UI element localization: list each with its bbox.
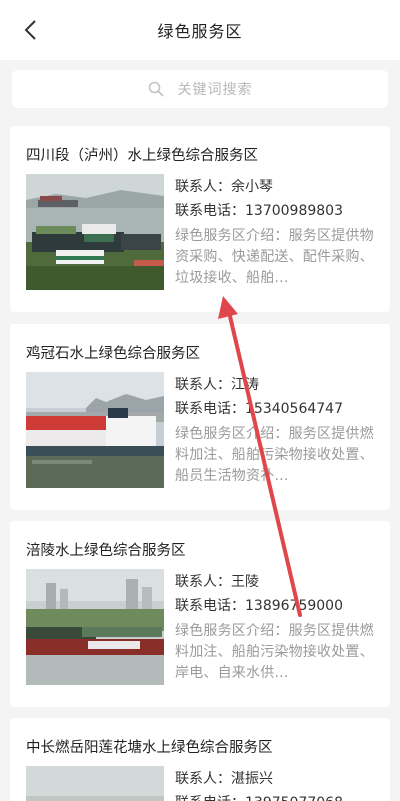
contact-label: 联系人： — [175, 574, 231, 590]
back-button[interactable] — [14, 14, 46, 46]
search-placeholder: 关键词搜索 — [177, 82, 253, 98]
phone-label: 联系电话： — [175, 401, 245, 417]
contact-row: 联系人：江涛 — [175, 373, 375, 397]
phone-value[interactable]: 13896759000 — [245, 598, 343, 614]
service-area-photo — [26, 174, 164, 290]
card-title: 四川段（泸州）水上绿色综合服务区 — [26, 148, 258, 164]
phone-label: 联系电话： — [175, 598, 245, 614]
contact-label: 联系人： — [175, 771, 231, 787]
intro-text: 绿色服务区介绍：服务区提供燃料加注、船舶污染物接收处置、船员生活物资补… — [175, 424, 375, 487]
card-title: 鸡冠石水上绿色综合服务区 — [26, 346, 200, 362]
service-area-photo — [26, 372, 164, 488]
intro-text: 绿色服务区介绍：服务区提供物资采购、快递配送、配件采购、垃圾接收、船舶… — [175, 226, 375, 289]
intro-label: 绿色服务区介绍： — [175, 228, 289, 244]
phone-row: 联系电话：13700989803 — [175, 199, 375, 223]
phone-row: 联系电话：13975077068 — [175, 791, 375, 801]
phone-row: 联系电话：15340564747 — [175, 397, 375, 421]
page-title: 绿色服务区 — [157, 22, 243, 41]
phone-label: 联系电话： — [175, 203, 245, 219]
service-area-photo — [26, 766, 164, 801]
contact-value: 湛振兴 — [231, 771, 273, 787]
phone-value[interactable]: 13700989803 — [245, 203, 343, 219]
intro-label: 绿色服务区介绍： — [175, 426, 289, 442]
service-area-card[interactable]: 涪陵水上绿色综合服务区 联系人：王陵 联系电话：13896759000 绿色服务… — [10, 521, 390, 707]
contact-label: 联系人： — [175, 377, 231, 393]
contact-row: 联系人：湛振兴 — [175, 767, 375, 791]
phone-label: 联系电话： — [175, 795, 245, 801]
intro-label: 绿色服务区介绍： — [175, 623, 289, 639]
chevron-left-icon — [24, 20, 36, 40]
phone-row: 联系电话：13896759000 — [175, 594, 375, 618]
search-area: 关键词搜索 — [0, 60, 400, 120]
contact-value: 余小琴 — [231, 179, 273, 195]
card-info: 联系人：王陵 联系电话：13896759000 绿色服务区介绍：服务区提供燃料加… — [175, 570, 375, 684]
contact-label: 联系人： — [175, 179, 231, 195]
service-area-card[interactable]: 四川段（泸州）水上绿色综合服务区 联系人：余小琴 联系电话：1370098980… — [10, 126, 390, 312]
card-info: 联系人：余小琴 联系电话：13700989803 绿色服务区介绍：服务区提供物资… — [175, 175, 375, 289]
contact-value: 江涛 — [231, 377, 259, 393]
search-icon — [148, 81, 163, 97]
contact-row: 联系人：余小琴 — [175, 175, 375, 199]
contact-row: 联系人：王陵 — [175, 570, 375, 594]
service-area-card[interactable]: 鸡冠石水上绿色综合服务区 联系人：江涛 联系电话：15340564747 绿色服… — [10, 324, 390, 510]
phone-value[interactable]: 15340564747 — [245, 401, 343, 417]
intro-text: 绿色服务区介绍：服务区提供燃料加注、船舶污染物接收处置、岸电、自来水供… — [175, 621, 375, 684]
card-title: 涪陵水上绿色综合服务区 — [26, 543, 186, 559]
service-area-photo — [26, 569, 164, 685]
card-info: 联系人：江涛 联系电话：15340564747 绿色服务区介绍：服务区提供燃料加… — [175, 373, 375, 487]
search-input[interactable]: 关键词搜索 — [12, 70, 388, 108]
phone-value[interactable]: 13975077068 — [245, 795, 343, 801]
card-title: 中长燃岳阳莲花塘水上绿色综合服务区 — [26, 740, 273, 756]
service-area-card[interactable]: 中长燃岳阳莲花塘水上绿色综合服务区 联系人：湛振兴 联系电话：139750770… — [10, 718, 390, 801]
contact-value: 王陵 — [231, 574, 259, 590]
card-info: 联系人：湛振兴 联系电话：13975077068 — [175, 767, 375, 801]
top-nav-bar: 绿色服务区 — [0, 0, 400, 60]
